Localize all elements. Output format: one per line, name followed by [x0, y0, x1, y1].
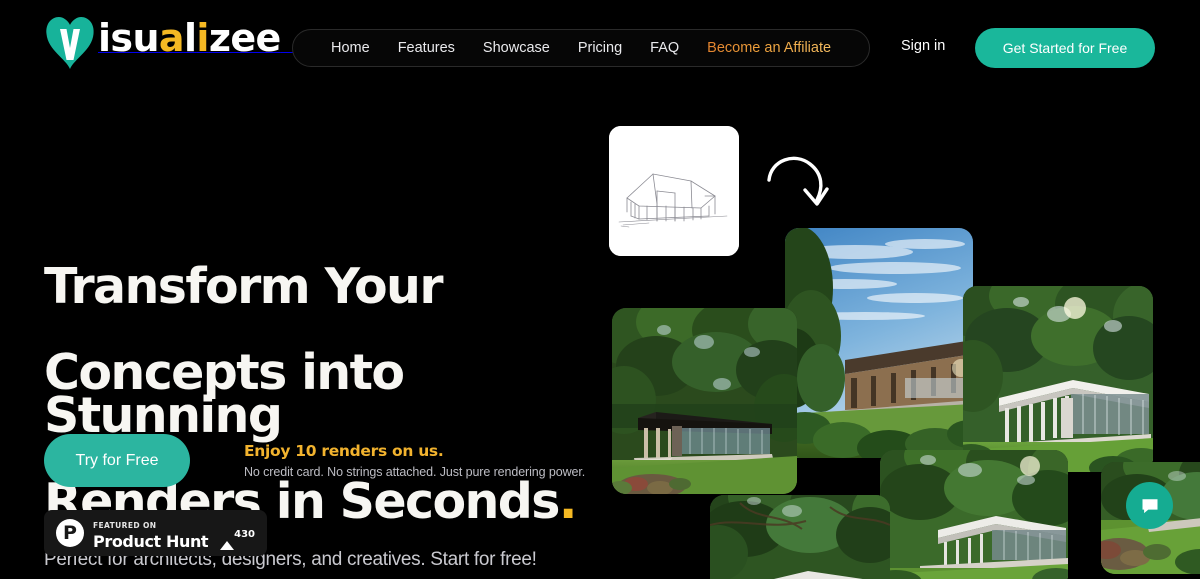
headline-line-1: Transform Your	[44, 258, 443, 315]
curved-arrow-down-right-icon	[765, 150, 843, 212]
product-hunt-upvotes[interactable]: 430	[214, 524, 255, 550]
offer-block: Enjoy 10 renders on us. No credit card. …	[244, 442, 585, 479]
hero-image-collage	[595, 110, 1200, 579]
offer-headline: Enjoy 10 renders on us.	[244, 442, 444, 460]
sign-in-link[interactable]: Sign in	[901, 38, 945, 54]
try-for-free-button[interactable]: Try for Free	[44, 434, 190, 487]
product-hunt-badge[interactable]: P FEATURED ON Product Hunt 430	[44, 510, 267, 556]
offer-fineprint: No credit card. No strings attached. Jus…	[244, 465, 586, 479]
wordmark-part-3: zee	[208, 16, 281, 60]
product-hunt-text: FEATURED ON Product Hunt	[93, 515, 214, 552]
nav-item-pricing[interactable]: Pricing	[564, 30, 636, 66]
wordmark-part-1: isu	[98, 16, 160, 60]
render-photo-c	[963, 286, 1153, 472]
nav-item-faq[interactable]: FAQ	[636, 30, 693, 66]
chat-widget-button[interactable]	[1126, 482, 1173, 529]
render-photo-e	[710, 495, 890, 579]
wordmark-dotted-i: i	[196, 16, 209, 60]
brand-wordmark: isualizeeBETA	[98, 16, 528, 60]
input-sketch-card	[609, 126, 739, 256]
heart-v-logo-icon	[44, 14, 96, 70]
render-photo-a	[785, 228, 973, 458]
nav-item-affiliate[interactable]: Become an Affiliate	[693, 30, 845, 66]
hero-copy: Transform Your Concepts into Stunning Re…	[44, 222, 604, 571]
nav-item-features[interactable]: Features	[384, 30, 469, 66]
wordmark-accent-a: a	[158, 16, 185, 60]
get-started-button[interactable]: Get Started for Free	[975, 28, 1155, 68]
nav-item-home[interactable]: Home	[317, 30, 384, 66]
product-hunt-featured-label: FEATURED ON	[93, 520, 157, 530]
headline-line-2: Concepts into Stunning	[44, 344, 405, 444]
render-photo-b	[612, 308, 797, 494]
nav-item-showcase[interactable]: Showcase	[469, 30, 564, 66]
product-hunt-icon: P	[56, 519, 84, 547]
render-photo-d	[880, 450, 1068, 579]
hero-cta-row: Try for Free Enjoy 10 renders on us. No …	[44, 434, 585, 487]
primary-nav: Home Features Showcase Pricing FAQ Becom…	[292, 29, 871, 67]
landing-page: isualizeeBETA Render Rapidly. Reveal Rea…	[0, 0, 1200, 579]
product-hunt-upvote-count: 430	[234, 529, 255, 540]
product-hunt-name: Product Hunt	[93, 531, 209, 551]
wordmark-part-2: l	[183, 16, 197, 60]
chat-bubble-icon	[1140, 496, 1160, 516]
triangle-up-icon	[220, 524, 235, 550]
site-header: isualizeeBETA Render Rapidly. Reveal Rea…	[0, 0, 1200, 96]
